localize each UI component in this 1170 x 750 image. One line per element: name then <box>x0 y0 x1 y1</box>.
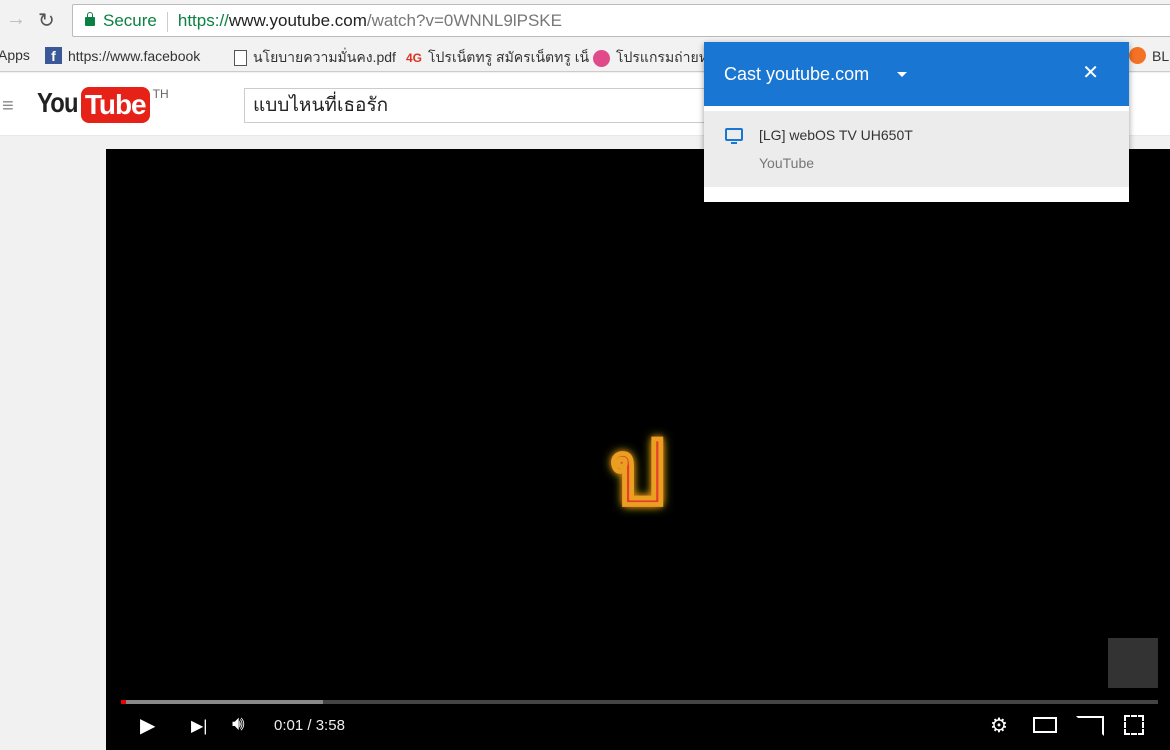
secure-label: Secure <box>103 11 157 30</box>
device-name: [LG] webOS TV UH650T <box>759 127 913 143</box>
bookmark-label: BL <box>1152 47 1170 64</box>
bookmark-label: โปรแกรมถ่ายห <box>616 49 708 65</box>
logo-tube: Tube <box>80 87 150 123</box>
next-icon[interactable]: ▶| <box>191 716 207 736</box>
youtube-logo[interactable]: You Tube TH <box>37 87 169 123</box>
lock-icon <box>85 12 95 26</box>
bookmark-photo-app[interactable]: โปรแกรมถ่ายห <box>593 47 708 69</box>
bookmark-label: https://www.facebook <box>68 47 201 64</box>
bookmark-lazada[interactable]: BL <box>1129 47 1169 64</box>
bookmark-truenet[interactable]: 4G โปรเน็ตทรู สมัครเน็ตทรู เน็ <box>406 47 589 69</box>
device-app: YouTube <box>759 155 815 171</box>
cast-dialog: Cast youtube.com ✕ [LG] webOS TV UH650T … <box>704 42 1129 202</box>
bookmark-label: นโยบายความมั่นคง.pdf <box>253 49 396 65</box>
progress-bar[interactable] <box>121 700 1158 704</box>
current-time: 0:01 <box>274 717 304 734</box>
menu-icon[interactable]: ≡ <box>2 95 14 118</box>
cast-device-item[interactable]: [LG] webOS TV UH650T YouTube <box>704 111 1129 187</box>
lazada-icon <box>1129 47 1146 64</box>
video-frame-logo: ป <box>608 423 667 525</box>
reload-icon[interactable]: ↻ <box>38 8 55 33</box>
4g-icon: 4G <box>406 51 423 65</box>
bookmark-label: โปรเน็ตทรู สมัครเน็ตทรู เน็ <box>428 49 590 65</box>
time-display: 0:01 / 3:58 <box>274 717 345 734</box>
browser-toolbar: → ↻ Secure https://www.youtube.com/watch?… <box>0 0 1170 40</box>
country-code: TH <box>152 87 169 101</box>
forward-icon[interactable]: → <box>6 8 26 31</box>
url-path: /watch?v=0WNNL9lPSKE <box>366 11 562 30</box>
bookmark-label: Apps <box>0 47 30 63</box>
cast-header: Cast youtube.com ✕ <box>704 42 1129 106</box>
url-host: www.youtube.com <box>228 11 367 30</box>
duration: 3:58 <box>315 717 345 734</box>
fullscreen-icon[interactable] <box>1124 715 1144 735</box>
settings-gear-icon[interactable]: ⚙ <box>990 713 1008 738</box>
volume-icon[interactable]: 🔊︎ <box>232 713 245 736</box>
bookmark-apps[interactable]: Apps <box>0 47 30 63</box>
chevron-down-icon[interactable] <box>897 72 907 77</box>
cast-icon[interactable] <box>1076 716 1104 736</box>
address-bar[interactable]: Secure https://www.youtube.com/watch?v=0W… <box>72 4 1170 37</box>
play-icon[interactable]: ▶ <box>140 713 155 738</box>
logo-you: You <box>37 87 78 118</box>
tv-icon <box>725 128 743 144</box>
theater-mode-icon[interactable] <box>1033 717 1057 733</box>
facebook-icon: f <box>45 47 62 64</box>
buffered-bar <box>121 700 324 704</box>
played-bar <box>121 700 127 704</box>
channel-watermark[interactable] <box>1108 638 1158 688</box>
close-icon[interactable]: ✕ <box>1082 60 1099 85</box>
video-player[interactable]: ป ▶ ▶| 🔊︎ 0:01 / 3:58 ⚙ <box>106 149 1170 750</box>
bookmark-facebook[interactable]: f https://www.facebook <box>45 47 200 64</box>
search-input[interactable]: แบบไหนที่เธอรัก <box>244 88 764 123</box>
site-icon <box>593 49 610 67</box>
cast-title: Cast youtube.com <box>724 64 870 84</box>
document-icon <box>234 50 247 66</box>
url-scheme: https:// <box>177 11 229 30</box>
time-separator: / <box>303 717 316 734</box>
bookmark-pdf[interactable]: นโยบายความมั่นคง.pdf <box>234 47 396 69</box>
